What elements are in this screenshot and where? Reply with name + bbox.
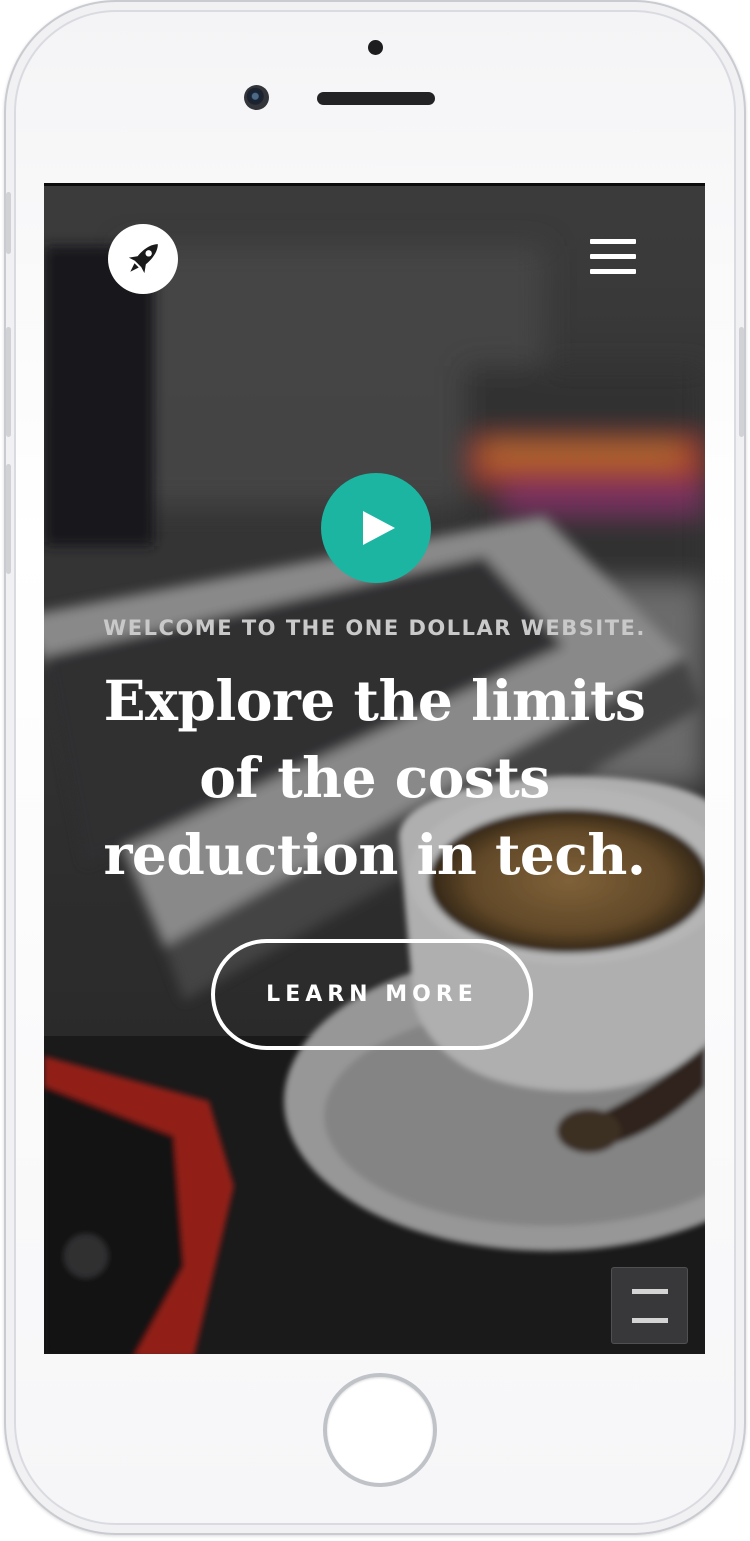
volume-down-button — [6, 464, 11, 574]
earpiece-speaker — [317, 92, 435, 105]
learn-more-button[interactable]: LEARN MORE — [211, 939, 533, 1050]
rocket-icon — [128, 244, 158, 274]
logo[interactable] — [108, 224, 178, 294]
headline-line: Explore the limits — [103, 668, 646, 733]
power-button — [739, 327, 744, 437]
headline-line: of the costs — [199, 745, 550, 810]
proximity-sensor — [368, 40, 383, 55]
home-button[interactable] — [323, 1373, 437, 1487]
hero-tagline: WELCOME TO THE ONE DOLLAR WEBSITE. — [103, 616, 646, 640]
hero-headline: Explore the limits of the costs reductio… — [44, 662, 705, 893]
play-icon — [321, 473, 431, 583]
play-video-button[interactable] — [321, 473, 431, 583]
front-camera — [244, 85, 269, 110]
headline-line: reduction in tech. — [103, 822, 646, 887]
menu-toggle-icon[interactable] — [611, 1267, 688, 1344]
mute-switch — [6, 192, 11, 254]
hamburger-menu-icon[interactable] — [590, 239, 636, 277]
volume-up-button — [6, 327, 11, 437]
screen: WELCOME TO THE ONE DOLLAR WEBSITE. Explo… — [44, 183, 705, 1354]
